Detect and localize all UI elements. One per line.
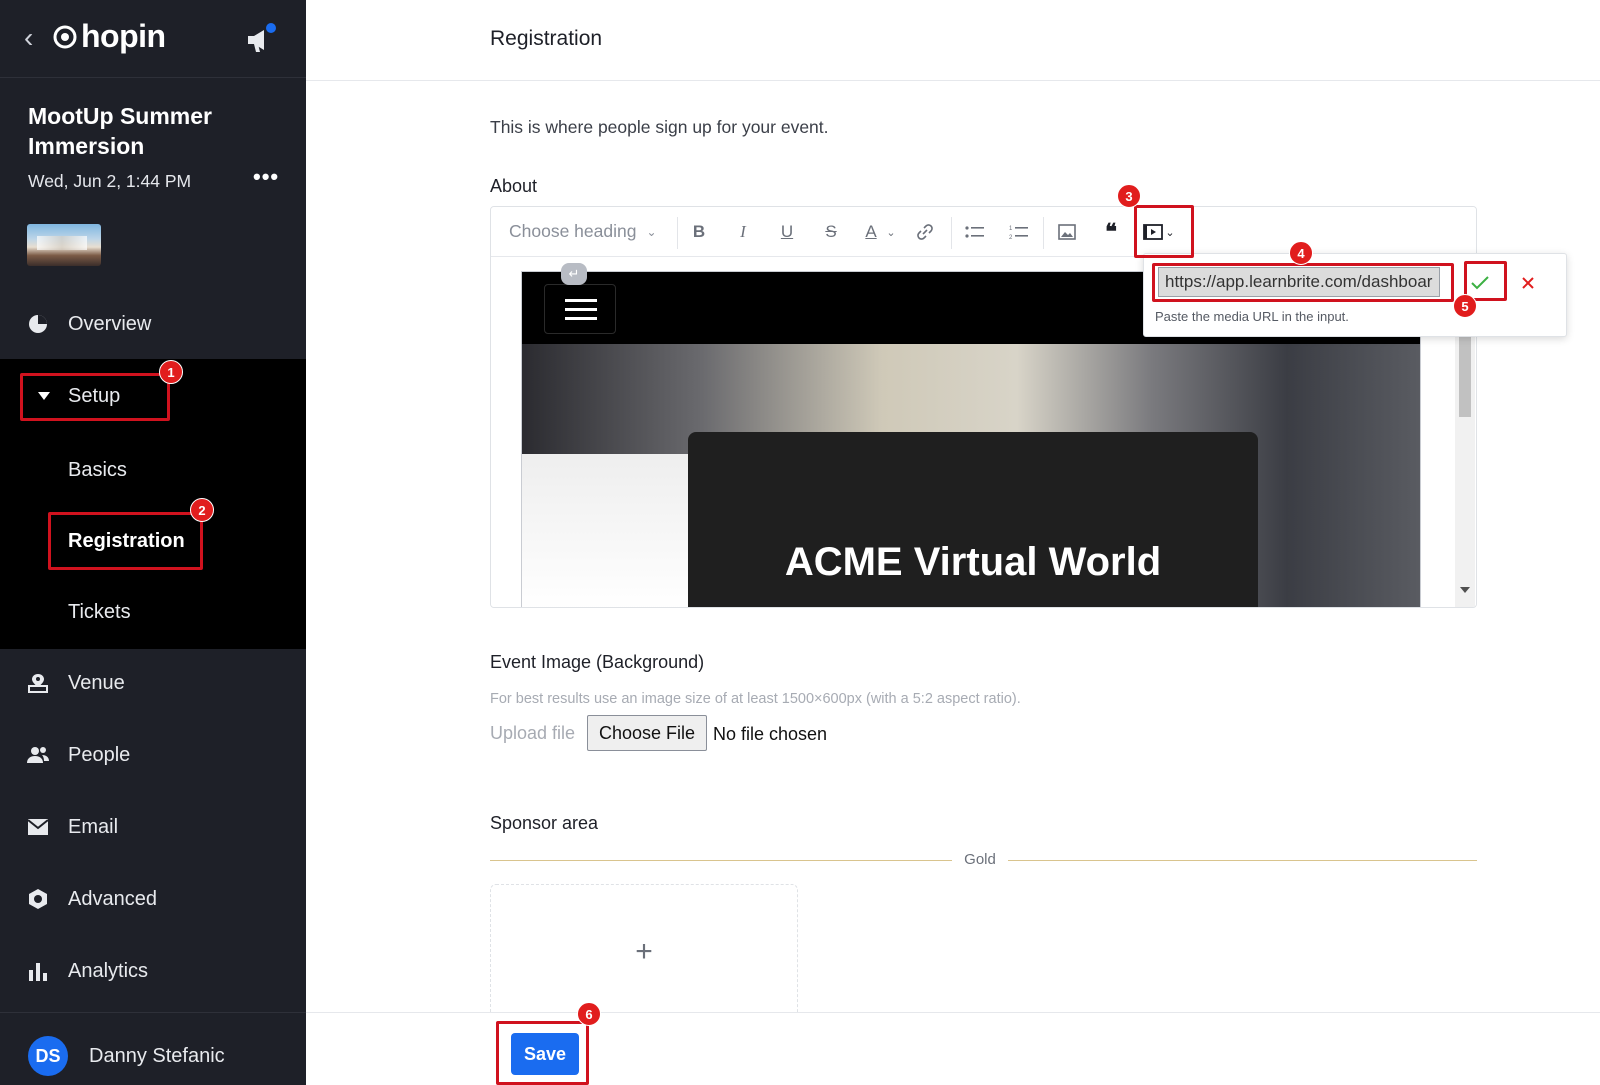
intro-text: This is where people sign up for your ev… <box>490 117 829 137</box>
media-url-hint: Paste the media URL in the input. <box>1155 309 1349 324</box>
sidebar-subitem-basics[interactable]: Basics <box>68 459 127 482</box>
embed-title: ACME Virtual World <box>784 540 1162 584</box>
cancel-button[interactable] <box>1510 266 1546 300</box>
font-color-chevron-icon[interactable]: ⌄ <box>877 219 905 245</box>
scrollbar-thumb[interactable] <box>1459 337 1471 417</box>
blockquote-icon[interactable]: ❝ <box>1097 219 1125 245</box>
annotation-box <box>1134 205 1194 258</box>
sponsor-tier-label: Gold <box>964 851 996 868</box>
sidebar-item-label: People <box>68 743 131 766</box>
bulleted-list-icon[interactable] <box>961 219 989 245</box>
strikethrough-icon[interactable]: S <box>817 219 845 245</box>
annotation-badge: 2 <box>190 498 214 522</box>
event-thumbnail[interactable] <box>27 224 101 266</box>
avatar[interactable]: DS <box>28 1036 68 1076</box>
upload-file-label: Upload file <box>490 723 576 743</box>
about-label: About <box>490 176 538 196</box>
link-icon[interactable] <box>911 219 939 245</box>
embed-title-card: ACME Virtual World <box>688 432 1258 607</box>
numbered-list-icon[interactable]: 12 <box>1005 219 1033 245</box>
plus-icon: + <box>635 934 653 968</box>
annotation-box <box>1152 263 1454 302</box>
chevron-down-icon: ⌄ <box>646 224 657 239</box>
tier-divider <box>490 860 952 861</box>
svg-text:2: 2 <box>1009 235 1013 240</box>
sidebar-item-label: Venue <box>68 671 125 694</box>
insert-paragraph-icon[interactable]: ↵ <box>561 263 587 285</box>
annotation-badge: 6 <box>577 1002 601 1026</box>
sidebar-item-label: Email <box>68 815 119 838</box>
logo-text: hopin <box>81 18 166 54</box>
heading-dropdown[interactable]: Choose heading ⌄ <box>509 221 657 242</box>
annotation-badge: 1 <box>159 360 183 384</box>
page-header: Registration <box>306 0 1600 81</box>
scroll-down-arrow-icon[interactable] <box>1460 587 1470 593</box>
sidebar-subitem-tickets[interactable]: Tickets <box>68 601 131 624</box>
toolbar-divider <box>1043 217 1044 249</box>
sidebar-item-people[interactable]: People <box>0 719 306 791</box>
annotation-box <box>48 512 203 570</box>
underline-icon[interactable]: U <box>773 219 801 245</box>
add-sponsor-button[interactable]: + <box>490 884 798 1019</box>
hopin-logo-mark-icon <box>53 25 77 48</box>
hamburger-menu-icon[interactable] <box>544 284 616 334</box>
tier-divider <box>1008 860 1477 861</box>
sidebar-item-venue[interactable]: Venue <box>0 647 306 719</box>
svg-text:1: 1 <box>1009 226 1013 232</box>
editor-toolbar: Choose heading ⌄ B I U S A ⌄ 12 ❝ ⌄ <box>491 207 1476 257</box>
heading-dropdown-label: Choose heading <box>509 221 637 241</box>
people-icon <box>26 743 50 767</box>
annotation-box <box>496 1021 589 1085</box>
bar-chart-icon <box>26 959 50 983</box>
sidebar-item-analytics[interactable]: Analytics <box>0 935 306 1007</box>
app-root: ‹ hopin MootUp Summer Immersion Wed, Jun… <box>0 0 1600 1085</box>
sidebar-item-label: Advanced <box>68 887 157 910</box>
event-title: MootUp Summer Immersion <box>28 103 212 159</box>
sidebar-item-label: Overview <box>68 312 152 335</box>
envelope-icon <box>26 815 50 839</box>
sidebar-item-overview[interactable]: Overview <box>0 288 306 360</box>
toolbar-divider <box>677 217 678 249</box>
page-title: Registration <box>490 27 603 50</box>
more-options-icon[interactable]: ••• <box>253 164 279 190</box>
pie-chart-icon <box>26 312 50 336</box>
event-image-label: Event Image (Background) <box>490 652 705 672</box>
event-image-hint: For best results use an image size of at… <box>490 691 1021 707</box>
choose-file-button[interactable]: Choose File <box>587 715 707 751</box>
user-name[interactable]: Danny Stefanic <box>89 1045 225 1068</box>
annotation-badge: 4 <box>1289 241 1313 265</box>
sidebar-item-label: Analytics <box>68 959 149 982</box>
hopin-logo[interactable]: hopin <box>52 18 166 55</box>
venue-icon <box>26 671 50 695</box>
annotation-badge: 3 <box>1117 184 1141 208</box>
sidebar-item-advanced[interactable]: Advanced <box>0 863 306 935</box>
sidebar-item-email[interactable]: Email <box>0 791 306 863</box>
hexagon-gear-icon <box>26 887 50 911</box>
toolbar-divider <box>951 217 952 249</box>
back-chevron-icon[interactable]: ‹ <box>24 22 33 54</box>
no-file-text: No file chosen <box>713 724 828 744</box>
italic-icon[interactable]: I <box>729 219 757 245</box>
annotation-badge: 5 <box>1453 294 1477 318</box>
sidebar-header: ‹ hopin <box>0 0 306 78</box>
close-icon <box>1522 277 1534 289</box>
main-content: Registration This is where people sign u… <box>306 0 1600 1085</box>
image-icon[interactable] <box>1053 219 1081 245</box>
annotation-box <box>20 373 170 421</box>
sponsor-area-label: Sponsor area <box>490 813 599 833</box>
event-date: Wed, Jun 2, 1:44 PM <box>28 171 192 191</box>
bold-icon[interactable]: B <box>685 219 713 245</box>
announcement-icon[interactable] <box>244 22 278 56</box>
